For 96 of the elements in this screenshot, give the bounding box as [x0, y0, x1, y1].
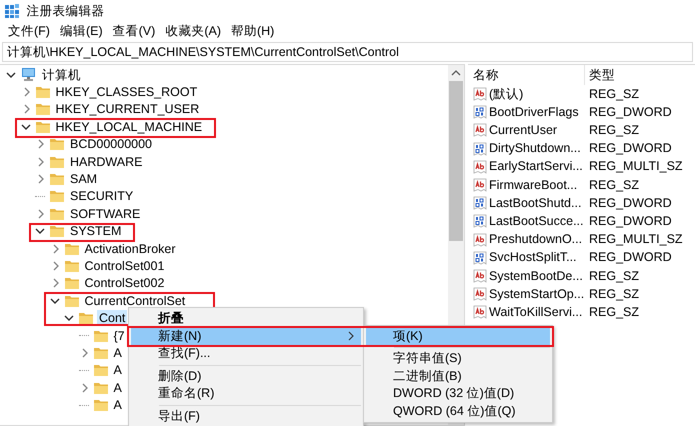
binary-value-icon [473, 105, 487, 120]
collapse-chevron-icon[interactable] [20, 122, 30, 132]
computer-icon [20, 67, 37, 82]
value-name[interactable]: (默认) [489, 84, 524, 104]
tree-item[interactable]: HARDWARE [68, 154, 144, 170]
collapse-chevron-icon[interactable] [64, 313, 74, 324]
value-type: REG_SZ [588, 176, 640, 194]
tree-item[interactable]: A [112, 344, 124, 361]
value-name[interactable]: PreshutdownO... [489, 230, 582, 249]
value-type: REG_MULTI_SZ [588, 231, 683, 248]
address-field[interactable]: 计算机\HKEY_LOCAL_MACHINE\SYSTEM\CurrentControlSet\Control [2, 42, 693, 62]
folder-icon [34, 84, 50, 100]
value-type: REG_SZ [588, 286, 640, 303]
binary-value-icon [473, 142, 487, 156]
folder-icon [92, 362, 108, 378]
binary-value-icon [473, 214, 487, 228]
tree-item[interactable]: HKEY_CLASSES_ROOT [54, 84, 200, 100]
value-name[interactable]: EarlyStartServi... [489, 157, 583, 176]
tree-item[interactable]: ControlSet002 [82, 275, 166, 292]
value-type: REG_DWORD [588, 104, 672, 121]
value-name[interactable]: LastBootShutd... [489, 194, 582, 213]
menu-item[interactable]: 重命名(R) [131, 385, 361, 402]
value-type: REG_MULTI_SZ [588, 158, 683, 176]
folder-icon [49, 171, 65, 188]
folder-icon [92, 397, 108, 414]
value-name[interactable]: WaitToKillServi... [489, 302, 582, 322]
menu-item[interactable]: 删除(D) [131, 368, 361, 385]
value-name[interactable]: FirmwareBoot... [489, 176, 578, 194]
string-value-icon [473, 305, 487, 320]
scrollbar-thumb[interactable] [449, 81, 463, 241]
menu-item[interactable]: 导出(F) [131, 408, 361, 425]
value-name[interactable]: SystemStartOp... [489, 284, 584, 304]
binary-value-icon [473, 250, 487, 265]
value-type: REG_SZ [588, 268, 640, 285]
folder-icon [49, 136, 65, 152]
menu-item[interactable]: 查看(V) [108, 22, 160, 41]
value-type: REG_SZ [588, 304, 640, 321]
value-name[interactable]: LastBootSucce... [489, 212, 584, 231]
tree-item[interactable]: HKEY_CURRENT_USER [54, 101, 202, 118]
tree-item[interactable]: 计算机 [40, 66, 83, 83]
tree-item[interactable]: HKEY_LOCAL_MACHINE [54, 118, 204, 135]
value-type: REG_DWORD [588, 140, 672, 158]
menu-item[interactable]: 文件(F) [3, 22, 55, 41]
value-name[interactable]: BootDriverFlags [489, 102, 579, 122]
menu-item[interactable]: 收藏夹(A) [160, 22, 226, 41]
tree-item[interactable]: ActivationBroker [82, 240, 178, 257]
menu-item[interactable]: 项(K) [366, 328, 550, 345]
value-name[interactable]: DirtyShutdown... [489, 139, 581, 158]
tree-item[interactable]: A [112, 397, 124, 414]
app-icon [4, 3, 20, 19]
menu-item[interactable]: 字符串值(S) [366, 350, 550, 368]
collapse-chevron-icon[interactable] [50, 296, 60, 306]
collapse-chevron-icon[interactable] [6, 70, 16, 80]
string-value-icon [473, 123, 487, 138]
folder-icon [64, 275, 80, 292]
menu-item[interactable]: 查找(F)... [131, 345, 361, 362]
tree-item[interactable]: CurrentControlSet [82, 292, 188, 309]
column-header[interactable]: 名称 [468, 65, 585, 85]
folder-icon [49, 188, 65, 204]
folder-icon [49, 223, 65, 240]
string-value-icon [473, 268, 487, 283]
string-value-icon [473, 287, 487, 302]
tree-item[interactable]: SOFTWARE [68, 206, 142, 222]
tree-item[interactable]: BCD00000000 [68, 136, 154, 152]
string-value-icon [473, 160, 487, 174]
value-name[interactable]: SvcHostSplitT... [489, 248, 577, 268]
menu-item[interactable]: 编辑(E) [54, 22, 108, 41]
menu-item[interactable]: QWORD (64 位)值(Q) [366, 402, 550, 420]
folder-icon [34, 101, 50, 118]
menu-item[interactable]: 帮助(H) [226, 22, 280, 41]
tree-item[interactable]: {7 [112, 328, 127, 344]
string-value-icon [473, 232, 487, 247]
collapse-chevron-icon[interactable] [35, 226, 45, 236]
value-type: REG_SZ [588, 122, 640, 140]
menu-item[interactable]: DWORD (32 位)值(D) [366, 385, 550, 402]
tree-item[interactable]: SYSTEM [68, 223, 124, 240]
column-header[interactable]: 类型 [585, 66, 615, 84]
string-value-icon [473, 87, 487, 102]
value-type: REG_SZ [588, 86, 640, 103]
value-type: REG_DWORD [588, 213, 672, 230]
value-name[interactable]: CurrentUser [489, 121, 558, 140]
window-title: 注册表编辑器 [26, 2, 104, 20]
menu-item[interactable]: 新建(N) [131, 328, 361, 345]
tree-item[interactable]: ControlSet001 [82, 258, 166, 274]
tree-item[interactable]: SAM [68, 171, 100, 188]
tree-item[interactable]: A [112, 380, 124, 396]
value-type: REG_DWORD [588, 249, 672, 266]
menu-item[interactable]: 折叠 [131, 310, 361, 328]
binary-value-icon [473, 196, 487, 210]
string-value-icon [473, 178, 487, 192]
menu-item[interactable]: 二进制值(B) [366, 368, 550, 385]
tree-item[interactable]: SECURITY [68, 188, 136, 204]
tree-item[interactable]: A [112, 362, 124, 378]
value-type: REG_DWORD [588, 194, 672, 212]
folder-icon [78, 310, 94, 326]
value-name[interactable]: SystemBootDe... [489, 266, 583, 286]
